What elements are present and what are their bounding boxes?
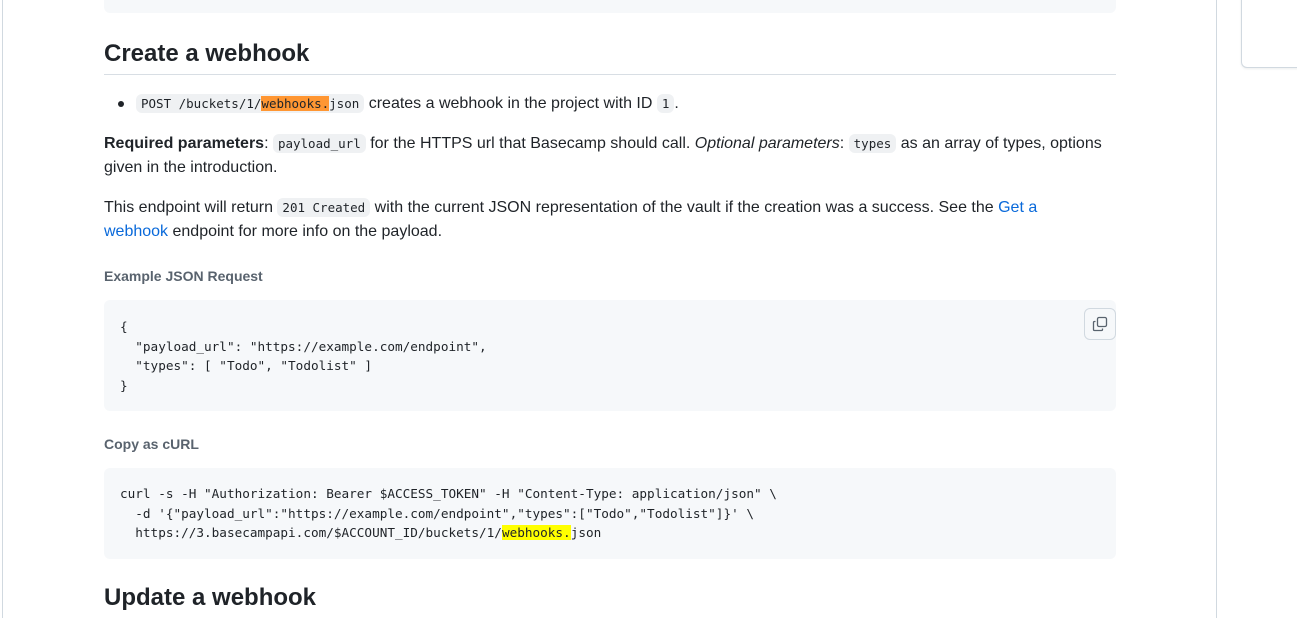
section-heading: Create a webhook (104, 38, 1116, 75)
endpoint-code: POST /buckets/1/webhooks.json (136, 94, 365, 113)
curl-code-block: curl -s -H "Authorization: Bearer $ACCES… (104, 468, 1116, 559)
bullet-dot (118, 101, 124, 107)
payload-url-code: payload_url (272, 134, 366, 153)
next-section-heading: Update a webhook (104, 584, 317, 611)
status-code: 201 Created (277, 198, 371, 217)
side-panel (1241, 0, 1297, 68)
curl-code: curl -s -H "Authorization: Bearer $ACCES… (120, 486, 777, 541)
search-match: webhooks. (501, 525, 571, 541)
copy-as-curl-label: Copy as cURL (104, 436, 199, 452)
project-id-code: 1 (656, 94, 675, 113)
search-match-active: webhooks. (261, 96, 330, 111)
example-json-code-block: { "payload_url": "https://example.com/en… (104, 300, 1116, 411)
copy-icon (1092, 316, 1108, 332)
required-parameters-paragraph: Required parameters: payload_url for the… (104, 134, 1102, 176)
example-json-label: Example JSON Request (104, 268, 263, 284)
copy-button[interactable] (1084, 308, 1116, 340)
types-code: types (848, 134, 897, 153)
returns-paragraph: This endpoint will return 201 Created wi… (104, 198, 1038, 240)
previous-code-block (104, 0, 1116, 13)
example-json-code: { "payload_url": "https://example.com/en… (120, 319, 487, 394)
